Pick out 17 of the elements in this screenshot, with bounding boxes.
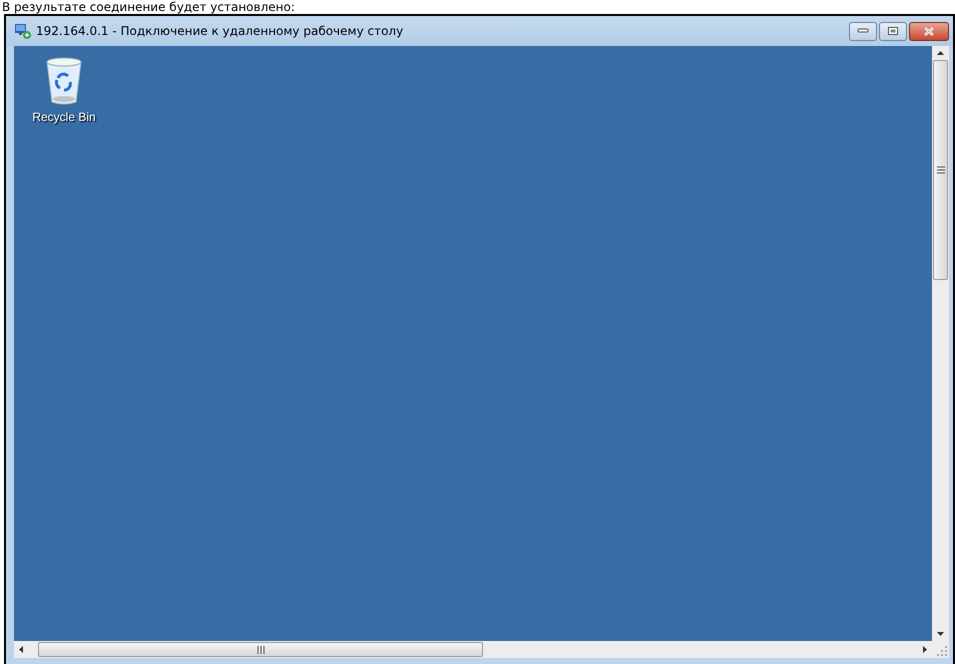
maximize-button[interactable]	[879, 22, 907, 40]
grip-icon	[256, 646, 264, 654]
scrollbar-thumb[interactable]	[933, 60, 948, 280]
scrollbar-thumb[interactable]	[38, 642, 483, 657]
vertical-scrollbar[interactable]	[932, 46, 949, 641]
close-icon	[922, 26, 936, 36]
horizontal-scrollbar[interactable]	[14, 641, 932, 658]
grip-icon	[936, 166, 944, 174]
minimize-button[interactable]	[849, 22, 877, 40]
maximize-icon	[887, 26, 899, 36]
desktop-icon-label[interactable]: Recycle Bin	[32, 110, 96, 124]
caption-text: В результате соединение будет установлено:	[1, 0, 296, 14]
recycle-bin-icon[interactable]	[44, 56, 84, 106]
remote-desktop-icon	[14, 23, 32, 39]
window-title: 192.164.0.1 - Подключение к удаленному рабочему столу	[36, 24, 404, 38]
minimize-icon	[857, 28, 869, 34]
close-button[interactable]	[909, 22, 949, 40]
